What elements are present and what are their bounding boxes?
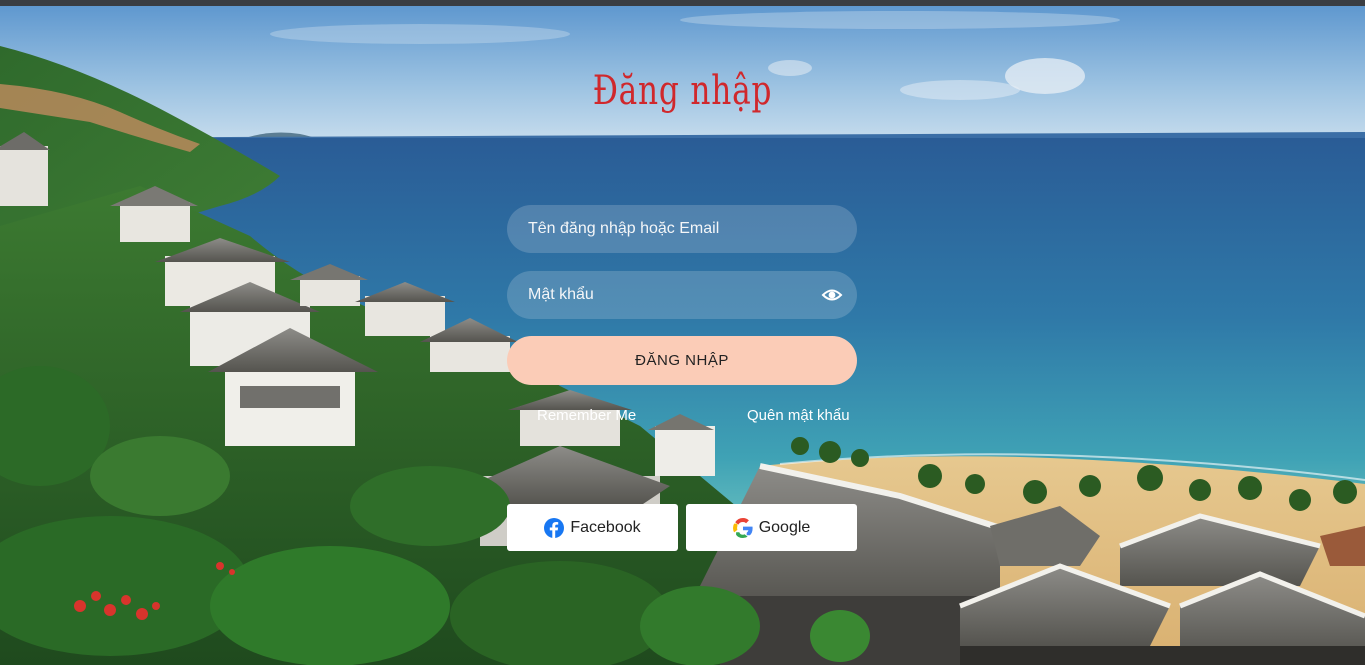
remember-me-checkbox[interactable]: Remember Me bbox=[537, 407, 636, 424]
browser-top-bar bbox=[0, 0, 1365, 6]
password-input[interactable] bbox=[507, 271, 857, 319]
forgot-password-link[interactable]: Quên mật khẩu bbox=[747, 407, 850, 424]
facebook-label: Facebook bbox=[570, 518, 641, 536]
facebook-icon bbox=[544, 517, 565, 538]
eye-icon[interactable] bbox=[821, 285, 843, 305]
password-field[interactable] bbox=[507, 271, 857, 319]
page-title: Đăng nhập bbox=[592, 68, 773, 114]
username-input[interactable] bbox=[507, 205, 857, 253]
login-button[interactable]: ĐĂNG NHẬP bbox=[507, 336, 857, 385]
username-field[interactable] bbox=[507, 205, 857, 253]
facebook-login-button[interactable]: Facebook bbox=[507, 504, 678, 551]
google-login-button[interactable]: Google bbox=[686, 504, 857, 551]
google-icon bbox=[732, 517, 753, 538]
google-label: Google bbox=[758, 518, 811, 536]
